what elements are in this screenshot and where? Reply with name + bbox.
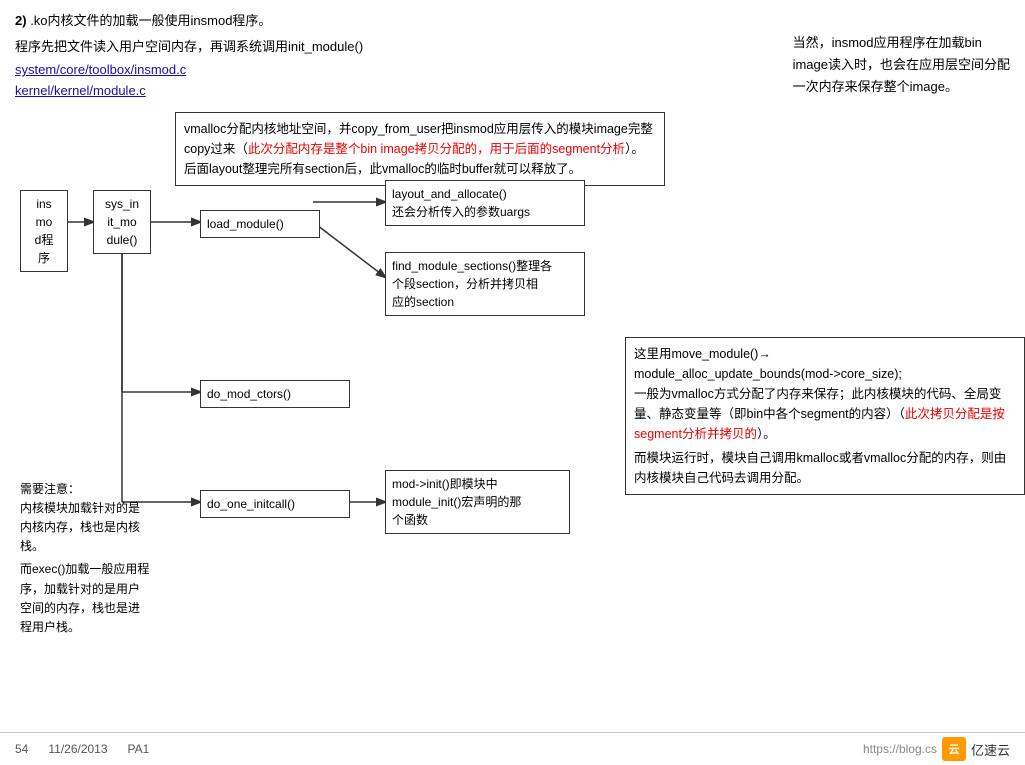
footer-left: 54 11/26/2013 PA1 bbox=[15, 742, 149, 756]
box-mod-init: mod->init()即模块中 module_init()宏声明的那 个函数 bbox=[385, 470, 570, 534]
note-left: 需要注意： 内核模块加载针对的是 内核内存，栈也是内核 栈。 而exec()加载… bbox=[20, 480, 195, 638]
yisu-logo-icon: 云 bbox=[942, 737, 966, 761]
sys-init-line3: dule() bbox=[100, 231, 144, 249]
footer-logo: https://blog.cs 云 亿速云 bbox=[863, 737, 1010, 761]
footer-url: https://blog.cs bbox=[863, 742, 937, 756]
desc-box-right: 这里用move_module()→ module_alloc_update_bo… bbox=[625, 337, 1025, 495]
desc-right-text3: 一般为vmalloc方式分配了内存来保存；此内核模块的代码、全局变量、静态变量等… bbox=[634, 384, 1016, 444]
note-line4: 栈。 bbox=[20, 537, 195, 556]
insmod-line4: 序 bbox=[27, 249, 61, 267]
desc-right-normal4: ）。 bbox=[757, 427, 776, 441]
top-section: 2) .ko内核文件的加载一般使用insmod程序。 程序先把文件读入用户空间内… bbox=[15, 10, 1010, 102]
do-one-text: do_one_initcall() bbox=[207, 497, 295, 511]
box-find-module: find_module_sections()整理各 个段section，分析并拷… bbox=[385, 252, 585, 316]
sys-init-line1: sys_in bbox=[100, 195, 144, 213]
note-line1: 需要注意： bbox=[20, 480, 195, 499]
desc-right-text4: 而模块运行时，模块自己调用kmalloc或者vmalloc分配的内存，则由内核模… bbox=[634, 448, 1016, 488]
footer-page: 54 bbox=[15, 742, 28, 756]
find-line1: find_module_sections()整理各 bbox=[392, 257, 578, 275]
footer-label: PA1 bbox=[128, 742, 150, 756]
layout-line1: layout_and_allocate() bbox=[392, 185, 578, 203]
footer-date: 11/26/2013 bbox=[48, 742, 107, 756]
footer: 54 11/26/2013 PA1 https://blog.cs 云 亿速云 bbox=[0, 732, 1025, 765]
top-right-text: 当然，insmod应用程序在加载bin image读入时，也会在应用层空间分配 … bbox=[793, 10, 1010, 102]
find-line3: 应的section bbox=[392, 293, 578, 311]
box-do-one: do_one_initcall() bbox=[200, 490, 350, 518]
insmod-line1: ins bbox=[27, 195, 61, 213]
load-module-text: load_module() bbox=[207, 217, 284, 231]
title-num: 2) bbox=[15, 13, 27, 28]
mod-init-line2: module_init()宏声明的那 bbox=[392, 493, 563, 511]
note-line5: 而exec()加载一般应用程 bbox=[20, 560, 195, 579]
desc-top-red: 此次分配内存是整个bin image拷贝分配的，用于后面的segment分析 bbox=[248, 142, 625, 156]
insmod-line2: mo bbox=[27, 213, 61, 231]
page-content: 2) .ko内核文件的加载一般使用insmod程序。 程序先把文件读入用户空间内… bbox=[0, 0, 1025, 702]
top-left: 2) .ko内核文件的加载一般使用insmod程序。 程序先把文件读入用户空间内… bbox=[15, 10, 363, 102]
link2[interactable]: kernel/kernel/module.c bbox=[15, 83, 363, 98]
link1[interactable]: system/core/toolbox/insmod.c bbox=[15, 62, 363, 77]
note-line6: 序，加载针对的是用户 bbox=[20, 580, 195, 599]
title-text: .ko内核文件的加载一般使用insmod程序。 bbox=[30, 13, 271, 28]
note-line8: 程用户栈。 bbox=[20, 618, 195, 637]
desc-right-text2: module_alloc_update_bounds(mod->core_siz… bbox=[634, 364, 1016, 384]
box-do-mod: do_mod_ctors() bbox=[200, 380, 350, 408]
diagram-area: vmalloc分配内核地址空间，并copy_from_user把insmod应用… bbox=[15, 112, 1010, 692]
layout-line2: 还会分析传入的参数uargs bbox=[392, 203, 578, 221]
note-line7: 空间的内存，栈也是进 bbox=[20, 599, 195, 618]
box-insmod: ins mo d程 序 bbox=[20, 190, 68, 272]
find-line2: 个段section，分析并拷贝相 bbox=[392, 275, 578, 293]
title-line: 2) .ko内核文件的加载一般使用insmod程序。 bbox=[15, 10, 363, 32]
do-mod-text: do_mod_ctors() bbox=[207, 387, 291, 401]
sys-init-line2: it_mo bbox=[100, 213, 144, 231]
box-layout: layout_and_allocate() 还会分析传入的参数uargs bbox=[385, 180, 585, 226]
note-line2: 内核模块加载针对的是 bbox=[20, 499, 195, 518]
mod-init-line1: mod->init()即模块中 bbox=[392, 475, 563, 493]
insmod-line3: d程 bbox=[27, 231, 61, 249]
mod-init-line3: 个函数 bbox=[392, 511, 563, 529]
desc-box-top: vmalloc分配内核地址空间，并copy_from_user把insmod应用… bbox=[175, 112, 665, 186]
box-load-module: load_module() bbox=[200, 210, 320, 238]
desc-right-text1: 这里用move_module()→ bbox=[634, 344, 1016, 364]
subtitle: 程序先把文件读入用户空间内存，再调系统调用init_module() bbox=[15, 36, 363, 58]
right-text: 当然，insmod应用程序在加载bin image读入时，也会在应用层空间分配 … bbox=[793, 35, 1010, 94]
footer-logo-text: 亿速云 bbox=[971, 740, 1010, 759]
box-sys-init: sys_in it_mo dule() bbox=[93, 190, 151, 254]
note-line3: 内核内存，栈也是内核 bbox=[20, 518, 195, 537]
